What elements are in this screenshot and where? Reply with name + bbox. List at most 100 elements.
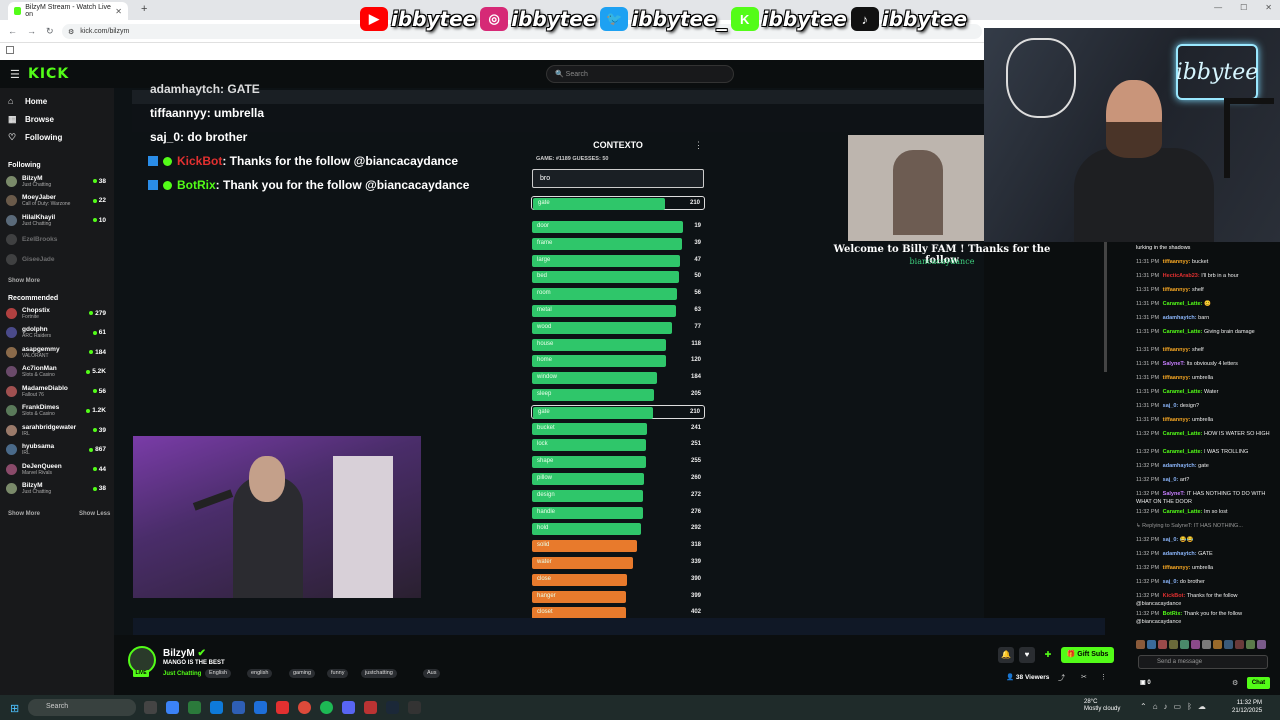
chat-username[interactable]: tiffaannyy: (1163, 375, 1191, 381)
chevron-up-icon[interactable]: ⌃ (1140, 702, 1147, 711)
sidebar-channel[interactable]: GiseeJade (6, 250, 110, 268)
close-window-icon[interactable]: ✕ (1265, 3, 1272, 12)
spotify-icon[interactable] (320, 701, 333, 714)
maximize-icon[interactable]: ☐ (1240, 3, 1247, 12)
emote-icon[interactable] (1158, 640, 1167, 649)
more-icon[interactable]: ⋮ (1100, 673, 1107, 681)
sidebar-channel[interactable]: MadameDiablo Fallout 76 56 (6, 382, 110, 400)
sidebar-channel[interactable]: BilzyM Just Chatting 38 (6, 480, 110, 498)
chat-username[interactable]: saj_0: (1163, 579, 1179, 585)
outlook-icon[interactable] (254, 701, 267, 714)
emote-icon[interactable] (1180, 640, 1189, 649)
stream-tag[interactable]: gaming (289, 669, 316, 678)
chat-username[interactable]: Caramel_Latte: (1163, 329, 1203, 335)
sidebar-channel[interactable]: EzelBrooks (6, 231, 110, 249)
photos-icon[interactable] (276, 701, 289, 714)
chat-username[interactable]: SalyneT: (1163, 491, 1185, 497)
browser-tab[interactable]: BilzyM Stream - Watch Live on ✕ (8, 2, 128, 20)
volume-icon[interactable]: ♪ (1164, 702, 1168, 711)
sidebar-channel[interactable]: hyubsama IRL 867 (6, 441, 110, 459)
chat-settings-icon[interactable]: ⚙ (1232, 679, 1238, 687)
apps-icon[interactable] (6, 46, 14, 54)
chat-username[interactable]: tiffaannyy: (1163, 565, 1191, 571)
sidebar-channel[interactable]: MoeyJaber Call of Duty: Warzone 22 (6, 192, 110, 210)
sidebar-channel[interactable]: gdolphn ARC Raiders 61 (6, 324, 110, 342)
site-info-icon[interactable]: ⚙ (68, 28, 74, 36)
network-icon[interactable]: ⌂ (1153, 702, 1158, 711)
cloud-icon[interactable]: ☁ (1198, 702, 1206, 711)
emote-icon[interactable] (1257, 640, 1266, 649)
system-clock[interactable]: 11:32 PM 21/12/2025 (1232, 699, 1262, 715)
sidebar-channel[interactable]: Ac7ionMan Slots & Casino 5.2K (6, 363, 110, 381)
emote-icon[interactable] (1235, 640, 1244, 649)
emote-icon[interactable] (1147, 640, 1156, 649)
file-explorer-icon[interactable] (188, 701, 201, 714)
chrome-icon[interactable] (298, 701, 311, 714)
sidebar-channel[interactable]: Chopstix Fortnite 279 (6, 304, 110, 322)
store-icon[interactable] (232, 701, 245, 714)
new-tab-button[interactable]: + (141, 3, 147, 15)
task-view-icon[interactable] (144, 701, 157, 714)
clip-icon[interactable]: ✂ (1081, 673, 1087, 681)
sidebar-channel[interactable]: HilalKhayil Just Chatting 10 (6, 211, 110, 229)
menu-icon[interactable]: ☰ (10, 68, 20, 81)
show-more-recommended-link[interactable]: Show More (8, 511, 40, 517)
edge-icon[interactable] (210, 701, 223, 714)
chat-username[interactable]: HecticArab23: (1163, 273, 1200, 279)
chat-username[interactable]: saj_0: (1163, 537, 1179, 543)
sidebar-channel[interactable]: BilzyM Just Chatting 38 (6, 172, 110, 190)
show-more-link[interactable]: Show More (8, 278, 40, 284)
stream-tag[interactable]: English (205, 669, 232, 678)
notification-bell-icon[interactable]: 🔔 (998, 647, 1014, 663)
emote-icon[interactable] (1169, 640, 1178, 649)
emote-icon[interactable] (1213, 640, 1222, 649)
forward-icon[interactable]: → (27, 26, 36, 36)
chat-scrollbar[interactable] (1104, 242, 1107, 372)
stream-tag[interactable]: justchatting (361, 669, 397, 678)
stream-tag[interactable]: funny (327, 669, 349, 678)
chat-username[interactable]: saj_0: (1163, 477, 1179, 483)
search-input[interactable]: 🔍 Search (546, 65, 734, 83)
chat-username[interactable]: adamhaytch: (1163, 463, 1197, 469)
sidebar-channel[interactable]: FrankDimes Slots & Casino 1.2K (6, 402, 110, 420)
discord-icon[interactable] (342, 701, 355, 714)
stream-tag[interactable]: Aus (423, 669, 441, 678)
chat-username[interactable]: tiffaannyy: (1163, 347, 1191, 353)
sidebar-channel[interactable]: DeJenQueen Marvel Rivals 44 (6, 460, 110, 478)
emote-icon[interactable] (1202, 640, 1211, 649)
channel-name[interactable]: BilzyM ✔ (163, 648, 206, 659)
chat-username[interactable]: Caramel_Latte: (1163, 431, 1203, 437)
terminal-icon[interactable] (408, 701, 421, 714)
channel-points[interactable]: ▣ 0 (1140, 679, 1151, 686)
sidebar-channel[interactable]: asapgemmy VALORANT 184 (6, 343, 110, 361)
stream-tag[interactable]: english (247, 669, 273, 678)
obs-icon[interactable] (364, 701, 377, 714)
emote-icon[interactable] (1246, 640, 1255, 649)
stream-category[interactable]: Just Chatting (163, 671, 201, 677)
sidebar-channel[interactable]: sarahbridgewater IRL 39 (6, 421, 110, 439)
weather-widget[interactable]: 28°C Mostly cloudy (1084, 699, 1120, 713)
taskbar-search[interactable]: Search (28, 699, 136, 716)
chat-username[interactable]: Caramel_Latte: (1163, 509, 1203, 515)
chat-username[interactable]: tiffaannyy: (1163, 417, 1191, 423)
chat-username[interactable]: Caramel_Latte: (1163, 449, 1203, 455)
chat-username[interactable]: saj_0: (1163, 403, 1179, 409)
share-icon[interactable]: ⤴ (1058, 673, 1065, 683)
battery-icon[interactable]: ▭ (1174, 702, 1182, 711)
steam-icon[interactable] (386, 701, 399, 714)
chat-username[interactable]: tiffaannyy: (1163, 287, 1191, 293)
gift-icon[interactable]: ✚ (1040, 647, 1056, 663)
chat-username[interactable]: Caramel_Latte: (1163, 389, 1203, 395)
emote-icon[interactable] (1136, 640, 1145, 649)
emote-icon[interactable] (1191, 640, 1200, 649)
copilot-icon[interactable] (166, 701, 179, 714)
chat-input[interactable]: Send a message (1138, 655, 1268, 669)
show-less-link[interactable]: Show Less (79, 511, 110, 517)
minimize-icon[interactable]: — (1214, 3, 1222, 12)
chat-username[interactable]: SalyneT: (1163, 361, 1185, 367)
gift-subs-button[interactable]: 🎁 Gift Subs (1061, 647, 1114, 663)
nav-item-browse[interactable]: ▦ Browse (8, 115, 54, 125)
reload-icon[interactable]: ↻ (46, 26, 54, 37)
chat-username[interactable]: BotRix: (1163, 611, 1183, 617)
nav-item-home[interactable]: ⌂ Home (8, 97, 47, 107)
